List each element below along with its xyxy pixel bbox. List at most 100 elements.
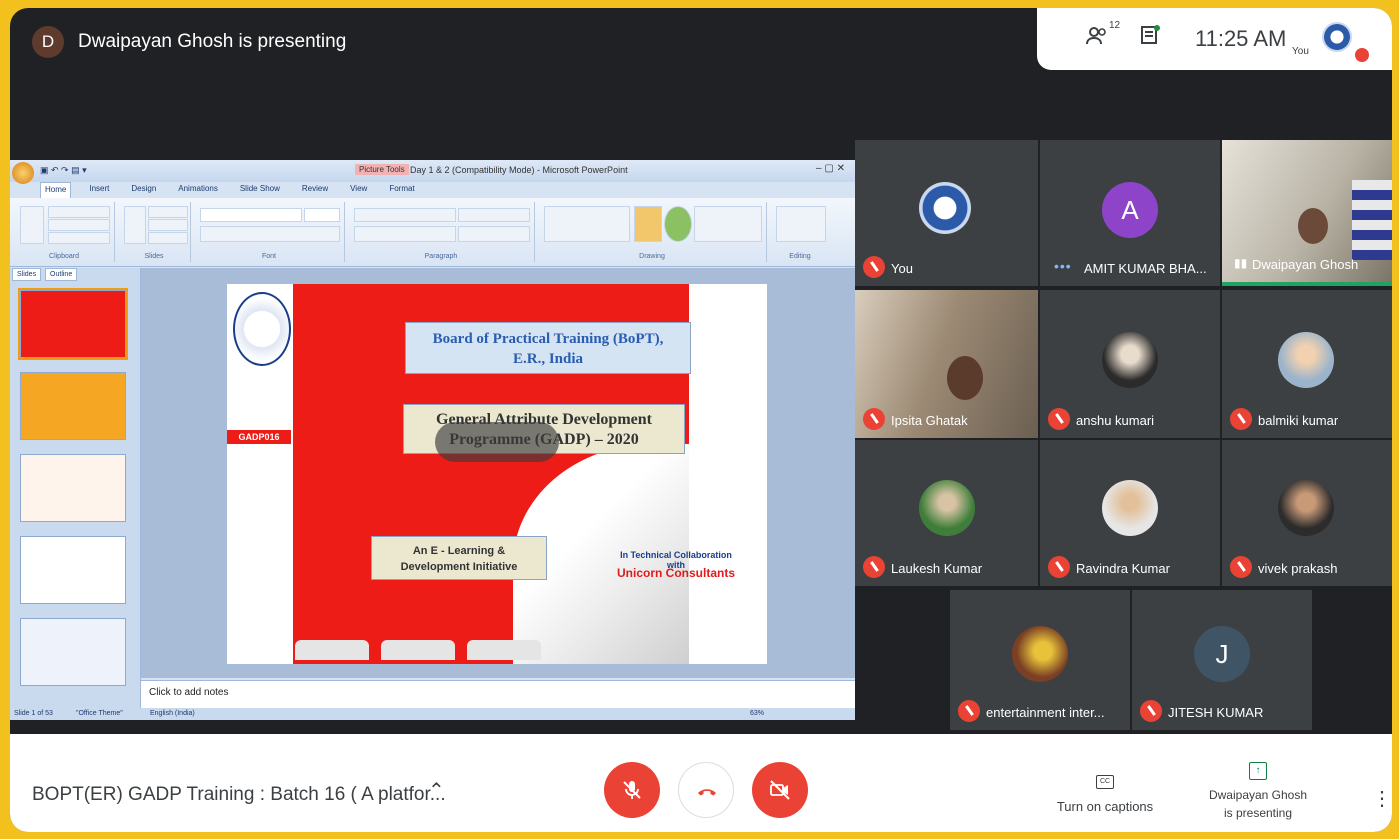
tab-home[interactable]: Home — [40, 182, 72, 198]
clipboard-group: Clipboard — [14, 202, 115, 262]
paste-button[interactable] — [20, 206, 44, 244]
participant-tile-you[interactable]: You — [855, 140, 1038, 286]
font-label: Font — [261, 253, 276, 260]
cut-button[interactable] — [48, 206, 110, 218]
participant-name: entertainment inter... — [986, 705, 1105, 720]
tab-review[interactable]: Review — [298, 182, 332, 198]
arrange-button[interactable] — [634, 206, 662, 242]
outline-pane-tab[interactable]: Outline — [45, 268, 78, 281]
captions-button[interactable]: CC Turn on captions — [1050, 770, 1160, 814]
bopt-title-line2: E.R., India — [512, 351, 584, 367]
slide-thumbnail[interactable] — [20, 372, 126, 440]
participant-tile[interactable]: vivek prakash — [1222, 440, 1392, 586]
presenting-button[interactable]: ↑ Dwaipayan Ghosh is presenting — [1198, 760, 1318, 822]
slide-thumbnail[interactable] — [18, 288, 128, 360]
slide-thumbnail[interactable] — [20, 454, 126, 522]
participants-count: 12 — [1109, 20, 1121, 31]
more-options-icon[interactable]: ••• — [1054, 258, 1072, 274]
presentation-controls-overlay[interactable] — [435, 422, 559, 462]
participant-name: anshu kumari — [1076, 413, 1155, 428]
align-buttons[interactable] — [354, 226, 456, 242]
avatar — [1102, 480, 1158, 536]
participant-tile[interactable]: Laukesh Kumar — [855, 440, 1038, 586]
participant-tile[interactable]: anshu kumari — [1040, 290, 1220, 438]
avatar — [1278, 480, 1334, 536]
chat-icon[interactable] — [1139, 24, 1161, 52]
tab-format[interactable]: Format — [385, 182, 418, 198]
bottom-control-bar: BOPT(ER) GADP Training : Batch 16 ( A pl… — [10, 734, 1392, 832]
participant-tile[interactable]: Ipsita Ghatak — [855, 290, 1038, 438]
ppt-status-bar: Slide 1 of 53 "Office Theme" English (In… — [10, 708, 855, 720]
tab-design[interactable]: Design — [127, 182, 160, 198]
tab-animations[interactable]: Animations — [174, 182, 222, 198]
window-controls[interactable]: – ▢ ✕ — [816, 163, 845, 174]
font-size-input[interactable] — [304, 208, 340, 222]
camera-toggle-button[interactable] — [752, 762, 808, 818]
delete-button[interactable] — [148, 232, 188, 244]
copy-button[interactable] — [48, 219, 110, 231]
format-painter-button[interactable] — [48, 232, 110, 244]
participant-name: Dwaipayan Ghosh — [1252, 257, 1359, 272]
mic-off-icon — [623, 781, 641, 799]
shapes-gallery[interactable] — [544, 206, 630, 242]
meeting-title[interactable]: BOPT(ER) GADP Training : Batch 16 ( A pl… — [32, 784, 446, 806]
people-icon[interactable] — [1085, 24, 1111, 54]
self-avatar[interactable] — [1322, 22, 1352, 52]
paragraph-group: Paragraph — [348, 202, 535, 262]
avatar — [919, 182, 971, 234]
new-slide-button[interactable] — [124, 206, 146, 244]
layout-button[interactable] — [148, 206, 188, 218]
mic-off-icon — [1140, 700, 1162, 722]
font-name-input[interactable] — [200, 208, 302, 222]
notes-pane[interactable]: Click to add notes — [141, 680, 855, 709]
participant-tile[interactable]: Ravindra Kumar — [1040, 440, 1220, 586]
presenting-line2: is presenting — [1223, 806, 1293, 820]
participant-tile[interactable]: J JITESH KUMAR — [1132, 590, 1312, 730]
quick-styles-button[interactable] — [664, 206, 692, 242]
shape-fill-outline-effects[interactable] — [694, 206, 762, 242]
office-button-icon[interactable] — [12, 162, 34, 184]
text-direction-button[interactable] — [458, 208, 530, 222]
find-replace-select[interactable] — [776, 206, 826, 242]
mic-off-icon — [1048, 556, 1070, 578]
participant-tile[interactable]: entertainment inter... — [950, 590, 1130, 730]
participant-tile[interactable]: A ••• AMIT KUMAR BHA... — [1040, 140, 1220, 286]
presenter-status-text: Dwaipayan Ghosh is presenting — [78, 31, 347, 52]
slides-group: Slides — [118, 202, 191, 262]
slide-thumbnail[interactable] — [20, 536, 126, 604]
avatar — [1012, 626, 1068, 682]
avatar — [1102, 332, 1158, 388]
slide-count: Slide 1 of 53 — [14, 710, 53, 717]
you-label: You — [1292, 46, 1309, 57]
more-options-icon[interactable]: ⋮ — [1372, 786, 1392, 811]
tab-slide-show[interactable]: Slide Show — [236, 182, 284, 198]
gadp-code-tag: GADP016 — [227, 430, 291, 444]
slide-editor-area: GADP016 Board of Practical Training (BoP… — [141, 268, 855, 678]
font-group: Font — [194, 202, 345, 262]
drawing-label: Drawing — [639, 253, 665, 260]
closed-captions-icon: CC — [1096, 775, 1114, 789]
participant-tile[interactable]: balmiki kumar — [1222, 290, 1392, 438]
context-tab-label: Picture Tools — [355, 164, 409, 175]
participant-name: JITESH KUMAR — [1168, 705, 1264, 720]
list-buttons[interactable] — [354, 208, 456, 222]
video-backdrop — [1352, 180, 1392, 260]
bopt-logo — [233, 292, 291, 366]
camera-off-icon — [770, 780, 790, 800]
quick-access-toolbar[interactable]: ▣ ↶ ↷ ▤ ▾ — [40, 165, 87, 176]
tab-view[interactable]: View — [346, 182, 371, 198]
mic-toggle-button[interactable] — [604, 762, 660, 818]
slides-pane-tab[interactable]: Slides — [12, 268, 42, 281]
presenter-avatar: D — [32, 26, 64, 58]
speaker-figure — [1298, 208, 1328, 244]
participant-tile-active-speaker[interactable]: ▮▮ Dwaipayan Ghosh — [1222, 140, 1392, 286]
chevron-up-icon[interactable]: ⌃ — [428, 778, 445, 803]
tab-insert[interactable]: Insert — [85, 182, 113, 198]
smartart-button[interactable] — [458, 226, 530, 242]
leave-call-button[interactable] — [678, 762, 734, 818]
slide-thumbnail[interactable] — [20, 618, 126, 686]
zoom-level[interactable]: 63% — [750, 710, 764, 717]
current-slide[interactable]: GADP016 Board of Practical Training (BoP… — [227, 284, 767, 664]
font-format-buttons[interactable] — [200, 226, 340, 242]
reset-button[interactable] — [148, 219, 188, 231]
